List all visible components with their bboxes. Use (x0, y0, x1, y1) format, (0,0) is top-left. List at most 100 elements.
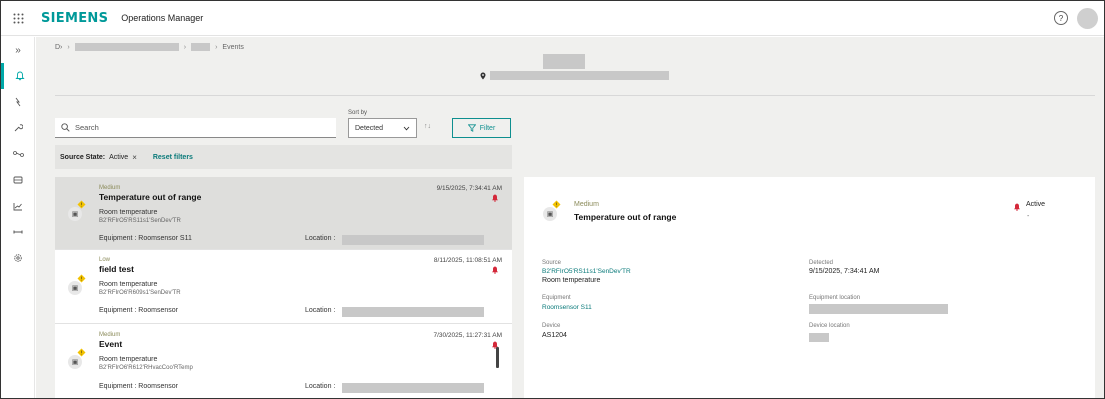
breadcrumb-current: Events (222, 43, 244, 51)
event-equipment: Equipment : Roomsensor S11 (99, 235, 192, 242)
remove-filter-icon[interactable]: × (132, 153, 137, 162)
equipment-location-label: Equipment location (809, 295, 861, 301)
search-placeholder: Search (75, 123, 99, 132)
device-location-label: Device location (809, 323, 850, 329)
event-location-label: Location : (305, 307, 336, 314)
main-content: D› › › › Events Search Sort by Detected … (36, 37, 1104, 398)
source-value: Room temperature (542, 277, 601, 284)
brand-logo: SIEMENS (41, 10, 109, 26)
sort-select[interactable]: Detected (348, 118, 417, 138)
event-source-path: B2'RFIrO6'R612'RHvacCoo'RTemp (99, 365, 193, 371)
nav-settings-gear-icon[interactable] (1, 245, 35, 271)
svg-text:!: ! (80, 277, 82, 283)
alarm-bell-icon (492, 266, 498, 274)
event-source-path: B2'RFIrO6'R609s1'SenDev'TR (99, 290, 181, 296)
event-title: Temperature out of range (99, 192, 202, 202)
nav-tools-icon[interactable] (1, 115, 35, 141)
list-item-event[interactable]: ▣ ! Medium Event Room temperature B2'RFI… (55, 325, 512, 398)
list-scrollbar[interactable] (496, 347, 499, 368)
sensor-device-icon: ▣ (543, 207, 557, 221)
severity-label: Medium (99, 185, 121, 191)
detected-value: 9/15/2025, 7:34:41 AM (809, 268, 880, 275)
device-location-redacted (809, 333, 829, 342)
sensor-device-icon: ▣ (68, 207, 82, 221)
nav-trends-icon[interactable] (1, 193, 35, 219)
events-list: ▣ ! Medium Temperature out of range Room… (55, 177, 512, 398)
equipment-location-redacted (809, 304, 948, 314)
help-icon[interactable]: ? (1054, 11, 1068, 25)
event-location-label: Location : (305, 383, 336, 390)
page-location (480, 71, 669, 80)
source-link[interactable]: B2'RFIrO5'RS11s1'SenDev'TR (542, 268, 631, 275)
alarm-bell-icon (1014, 203, 1020, 211)
chip-label: Source State: (60, 153, 106, 161)
warning-icon: ! (77, 200, 86, 209)
chip-value: Active (109, 153, 129, 161)
device-label: Device (542, 323, 561, 329)
active-filters: Source State: Active × Reset filters (55, 145, 512, 169)
reset-filters-link[interactable]: Reset filters (153, 154, 193, 161)
event-timestamp: 7/30/2025, 11:27:31 AM (433, 332, 502, 339)
breadcrumb-redacted-2[interactable] (191, 43, 211, 51)
equipment-link[interactable]: Roomsensor S11 (542, 304, 592, 311)
sensor-device-icon: ▣ (68, 281, 82, 295)
chevron-down-icon (403, 126, 410, 130)
list-item-event[interactable]: ▣ ! Medium Temperature out of range Room… (55, 177, 512, 250)
side-nav: » (1, 37, 35, 398)
nav-connections-icon[interactable] (1, 141, 35, 167)
equipment-label: Equipment (542, 295, 571, 301)
warning-icon: ! (77, 274, 86, 283)
page-title-redacted (543, 54, 585, 69)
sensor-device-icon: ▣ (68, 355, 82, 369)
nav-events-bell-icon[interactable] (1, 63, 35, 89)
breadcrumb: D› › › › Events (55, 43, 244, 51)
event-timestamp: 8/11/2025, 11:08:51 AM (433, 257, 502, 264)
search-icon (61, 123, 70, 132)
event-detail-panel: ▣ ! Medium Temperature out of range Acti… (524, 177, 1095, 398)
sort-value: Detected (355, 124, 384, 132)
event-equipment: Equipment : Roomsensor (99, 383, 178, 390)
nav-link-icon[interactable] (1, 219, 35, 245)
device-value: AS1204 (542, 332, 567, 339)
breadcrumb-root-icon[interactable]: D› (55, 44, 62, 51)
filter-label: Filter (479, 124, 496, 132)
expand-nav-icon[interactable]: » (1, 37, 35, 63)
app-window: SIEMENS Operations Manager ? » D› › › › … (0, 0, 1105, 399)
severity-label: Medium (99, 332, 121, 338)
svg-text:!: ! (555, 203, 557, 209)
severity-label: Low (99, 257, 111, 263)
sort-direction-icon[interactable]: ↑↓ (424, 123, 431, 130)
filter-chip-source-state[interactable]: Source State: Active × (60, 153, 137, 162)
app-launcher-icon[interactable] (1, 1, 35, 36)
event-source-name: Room temperature (99, 281, 158, 288)
location-pin-icon (480, 72, 486, 79)
event-title: Event (99, 339, 123, 349)
filter-button[interactable]: Filter (452, 118, 511, 138)
detail-severity: Medium (574, 201, 599, 208)
nav-energy-icon[interactable] (1, 89, 35, 115)
avatar[interactable] (1077, 8, 1098, 29)
filter-icon (467, 124, 476, 132)
event-title: field test (99, 264, 134, 274)
list-item-event[interactable]: ▣ ! Low field test Room temperature B2'R… (55, 251, 512, 324)
search-input[interactable]: Search (55, 118, 336, 138)
source-label: Source (542, 260, 562, 266)
top-bar: SIEMENS Operations Manager ? (1, 1, 1104, 36)
event-location-redacted (342, 235, 484, 245)
nav-devices-icon[interactable] (1, 167, 35, 193)
event-equipment: Equipment : Roomsensor (99, 307, 178, 314)
breadcrumb-redacted-1[interactable] (74, 43, 179, 51)
detail-title: Temperature out of range (574, 212, 677, 222)
divider (55, 95, 1095, 96)
warning-icon: ! (77, 348, 86, 357)
svg-text:!: ! (80, 351, 82, 357)
alarm-bell-icon (492, 194, 498, 202)
location-redacted (490, 71, 669, 80)
event-source-path: B2'RFIrO5'RS11s1'SenDev'TR (99, 218, 181, 224)
event-source-name: Room temperature (99, 209, 158, 216)
sort-by-label: Sort by (348, 110, 368, 116)
warning-icon: ! (552, 200, 561, 209)
app-name: Operations Manager (121, 13, 204, 23)
detected-label: Detected (809, 260, 834, 266)
event-location-label: Location : (305, 235, 336, 242)
